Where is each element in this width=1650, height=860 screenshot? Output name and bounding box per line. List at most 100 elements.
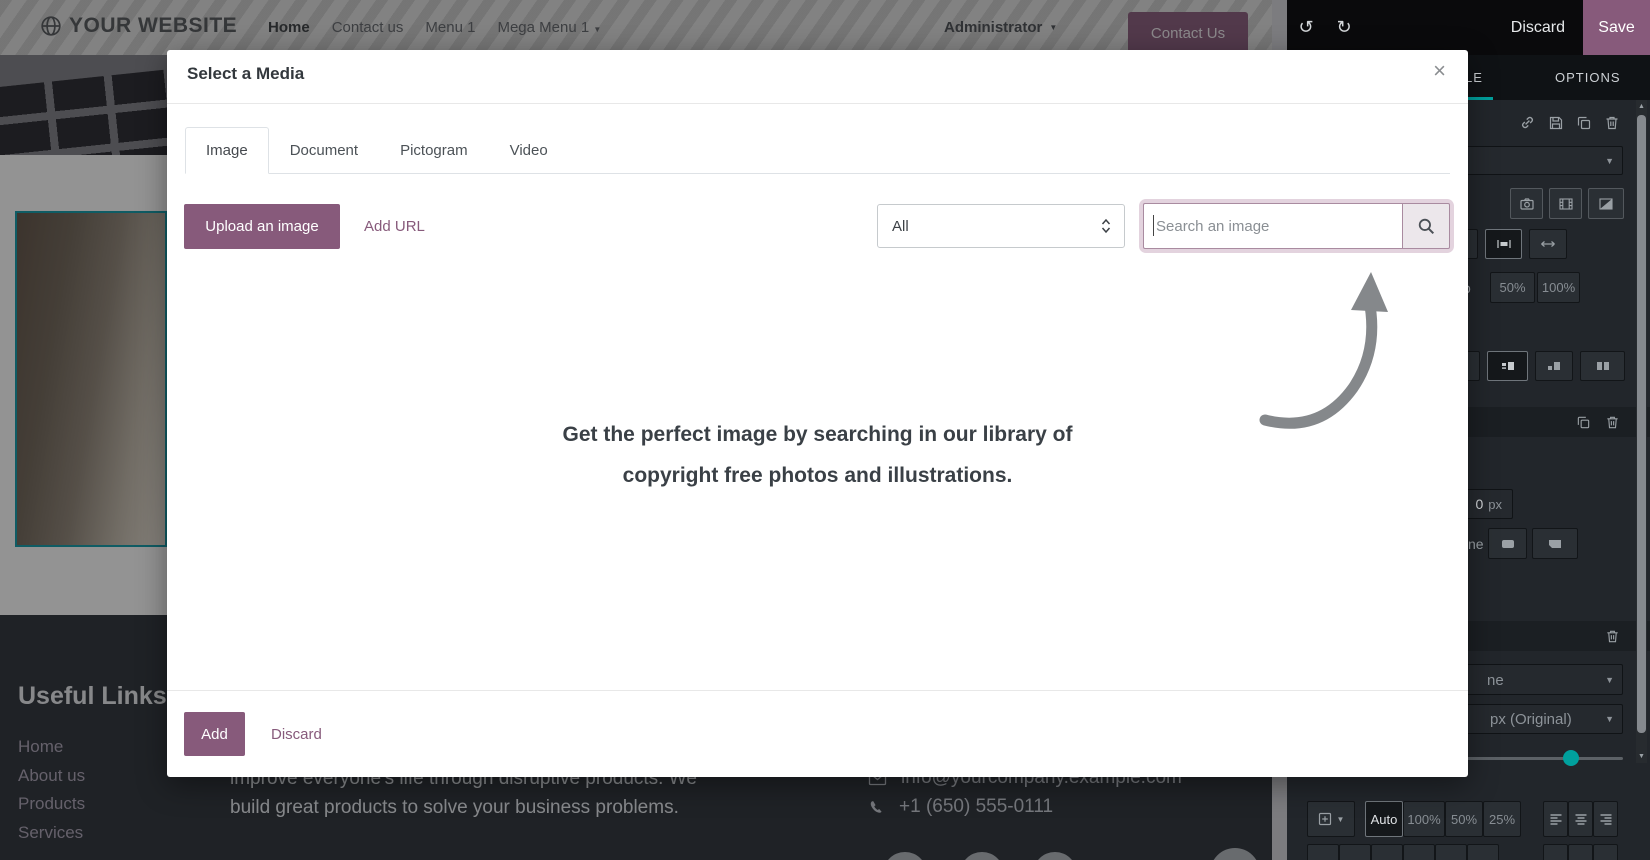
upload-image-button[interactable]: Upload an image bbox=[184, 203, 340, 249]
width-option-auto[interactable]: Auto bbox=[1365, 801, 1403, 837]
style-button[interactable] bbox=[1467, 844, 1499, 860]
grid-add-button[interactable]: ▼ bbox=[1307, 801, 1355, 837]
block-actions-row bbox=[1519, 114, 1620, 131]
zoom-50-option[interactable]: 50% bbox=[1490, 272, 1535, 303]
tab-image[interactable]: Image bbox=[185, 127, 269, 174]
clone-icon[interactable] bbox=[1576, 115, 1592, 131]
zoom-100-option[interactable]: 100% bbox=[1537, 272, 1580, 303]
camera-icon[interactable] bbox=[1510, 188, 1543, 219]
footer-link-services[interactable]: Services bbox=[18, 819, 85, 848]
scroll-down-icon[interactable]: ▼ bbox=[1636, 753, 1647, 760]
align-center-icon[interactable] bbox=[1568, 801, 1593, 837]
align-left-icon[interactable] bbox=[1543, 801, 1568, 837]
chevron-down-icon: ▼ bbox=[593, 25, 602, 34]
grid-plus-icon: ▼ bbox=[1307, 801, 1355, 837]
layout-option-icon[interactable] bbox=[1535, 351, 1573, 381]
discard-link[interactable]: Discard bbox=[271, 726, 322, 743]
save-block-icon[interactable] bbox=[1548, 115, 1564, 131]
layout-option-icon[interactable] bbox=[1580, 351, 1625, 381]
style-button[interactable] bbox=[1339, 844, 1371, 860]
scroll-up-icon[interactable]: ▲ bbox=[1636, 103, 1647, 110]
text-cursor bbox=[1153, 215, 1154, 236]
search-input[interactable] bbox=[1143, 203, 1402, 249]
user-menu[interactable]: Administrator ▼ bbox=[944, 0, 1057, 55]
shape-none-option[interactable]: ne bbox=[1468, 536, 1484, 552]
tab-pictogram[interactable]: Pictogram bbox=[379, 127, 489, 174]
social-icon[interactable] bbox=[883, 852, 927, 860]
close-icon[interactable]: × bbox=[1433, 60, 1446, 82]
social-icon[interactable] bbox=[1033, 852, 1077, 860]
search-button[interactable] bbox=[1402, 203, 1450, 249]
media-toolbar: Upload an image Add URL All bbox=[184, 203, 1450, 249]
nav-item-home[interactable]: Home bbox=[268, 19, 310, 36]
scrollbar-thumb[interactable] bbox=[1637, 115, 1646, 733]
footer-link-home[interactable]: Home bbox=[18, 733, 85, 762]
trash-icon[interactable] bbox=[1605, 415, 1620, 430]
editor-discard-button[interactable]: Discard bbox=[1511, 19, 1565, 37]
site-logo[interactable]: YOUR WEBSITE bbox=[40, 14, 237, 38]
valign-button[interactable] bbox=[1593, 844, 1618, 860]
footer-phone[interactable]: +1 (650) 555-0111 bbox=[899, 796, 1053, 818]
layout-option-icon[interactable] bbox=[1487, 351, 1528, 381]
frame-width-icon[interactable] bbox=[1485, 229, 1522, 259]
contact-us-button[interactable]: Contact Us bbox=[1128, 12, 1248, 55]
tab-video[interactable]: Video bbox=[489, 127, 569, 174]
site-navbar: YOUR WEBSITE Home Contact us Menu 1 Mega… bbox=[0, 0, 1287, 55]
select-arrows-icon bbox=[1101, 218, 1111, 234]
desk-photo bbox=[17, 213, 165, 545]
social-icon[interactable] bbox=[1210, 848, 1260, 860]
valign-segment bbox=[1543, 844, 1618, 860]
footer-links-title: Useful Links bbox=[18, 682, 167, 710]
nav-item-megamenu[interactable]: Mega Menu 1 ▼ bbox=[497, 19, 601, 36]
curved-arrow-icon bbox=[1257, 268, 1397, 430]
search-group bbox=[1143, 203, 1450, 249]
add-button[interactable]: Add bbox=[184, 712, 245, 756]
width-option-100[interactable]: 100% bbox=[1403, 801, 1445, 837]
slider-handle[interactable] bbox=[1563, 750, 1579, 766]
nav-item-contact[interactable]: Contact us bbox=[332, 19, 404, 36]
image-contrast-icon[interactable] bbox=[1588, 188, 1624, 219]
redo-icon[interactable]: ↻ bbox=[1325, 17, 1363, 38]
style-button[interactable] bbox=[1371, 844, 1403, 860]
site-logo-text: YOUR WEBSITE bbox=[69, 14, 238, 37]
dialog-title: Select a Media bbox=[187, 64, 305, 83]
film-icon[interactable] bbox=[1549, 188, 1582, 219]
media-replace-row bbox=[1510, 188, 1624, 219]
width-option-50[interactable]: 50% bbox=[1445, 801, 1483, 837]
dialog-header: Select a Media × bbox=[167, 50, 1468, 104]
chevron-down-icon: ▼ bbox=[1605, 674, 1614, 685]
phone-icon bbox=[868, 799, 885, 816]
style-button[interactable] bbox=[1403, 844, 1435, 860]
selected-image-element[interactable] bbox=[15, 211, 167, 547]
shape-filled-icon[interactable] bbox=[1488, 528, 1527, 559]
anchor-link-icon[interactable] bbox=[1519, 114, 1536, 131]
social-icon[interactable] bbox=[960, 852, 1004, 860]
trash-icon[interactable] bbox=[1605, 629, 1620, 644]
shape-corner-icon[interactable] bbox=[1532, 528, 1578, 559]
valign-button[interactable] bbox=[1543, 844, 1568, 860]
valign-button[interactable] bbox=[1568, 844, 1593, 860]
style-button[interactable] bbox=[1435, 844, 1467, 860]
select-media-dialog: Select a Media × Image Document Pictogra… bbox=[167, 50, 1468, 777]
stretch-arrows-icon[interactable] bbox=[1529, 229, 1567, 259]
nav-item-menu1[interactable]: Menu 1 bbox=[425, 19, 475, 36]
tab-options[interactable]: OPTIONS bbox=[1555, 70, 1621, 85]
width-option-25[interactable]: 25% bbox=[1483, 801, 1521, 837]
footer-links: Home About us Products Services bbox=[18, 733, 85, 847]
add-url-link[interactable]: Add URL bbox=[364, 218, 425, 235]
sidebar-scrollbar[interactable]: ▲ ▼ bbox=[1636, 100, 1647, 763]
align-right-icon[interactable] bbox=[1593, 801, 1618, 837]
undo-icon[interactable]: ↺ bbox=[1287, 17, 1325, 38]
style-button[interactable] bbox=[1307, 844, 1339, 860]
editor-save-button[interactable]: Save bbox=[1583, 0, 1650, 55]
footer-link-products[interactable]: Products bbox=[18, 790, 85, 819]
search-icon bbox=[1418, 218, 1435, 235]
trash-icon[interactable] bbox=[1604, 115, 1620, 131]
clone-icon[interactable] bbox=[1576, 415, 1591, 430]
size-value: px (Original) bbox=[1490, 711, 1572, 728]
tab-document[interactable]: Document bbox=[269, 127, 379, 174]
footer-link-about[interactable]: About us bbox=[18, 762, 85, 791]
screen: YOUR WEBSITE Home Contact us Menu 1 Mega… bbox=[0, 0, 1650, 860]
globe-icon bbox=[40, 15, 62, 37]
media-filter-select[interactable]: All bbox=[877, 204, 1125, 248]
